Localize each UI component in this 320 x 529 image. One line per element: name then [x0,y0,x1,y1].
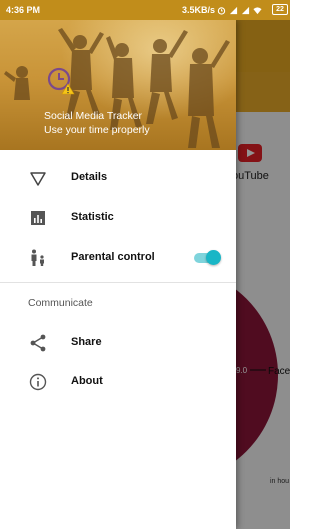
bar-chart-icon [31,211,45,225]
menu-item-label: Details [71,171,108,183]
menu-item-parental-control[interactable]: Parental control [0,238,236,278]
signal-icon [229,6,238,14]
status-bar: 4:36 PM 3.5KB/s 22 [0,0,290,20]
wifi-icon [253,6,262,14]
clock-warning-icon [47,67,75,95]
share-icon [30,334,46,352]
menu-item-about[interactable]: About [0,362,236,402]
menu-divider [0,282,236,283]
menu-item-share[interactable]: Share [0,323,236,363]
menu-item-label: About [71,375,103,387]
battery-icon: 22 [272,4,288,15]
menu-item-statistic[interactable]: Statistic [0,198,236,238]
navigation-drawer: Social Media Tracker Use your time prope… [0,20,236,529]
app-subtitle: Use your time properly [44,124,150,136]
parent-child-icon [31,249,44,266]
status-time: 4:36 PM [6,5,41,15]
menu-item-details[interactable]: Details [0,158,236,198]
network-speed: 3.5KB/s [182,5,216,15]
drawer-header: Social Media Tracker Use your time prope… [0,20,236,150]
status-icons [217,3,262,17]
info-icon [29,373,47,391]
alarm-icon [217,6,226,15]
menu-item-label: Share [71,336,102,348]
parental-control-toggle[interactable] [192,250,221,266]
signal-icon [241,6,250,14]
menu-item-label: Parental control [71,251,155,263]
toggle-thumb [206,250,221,265]
menu-item-label: Statistic [71,211,114,223]
app-title: Social Media Tracker [44,110,143,122]
triangle-down-icon [30,172,46,186]
section-title-communicate: Communicate [28,297,93,309]
